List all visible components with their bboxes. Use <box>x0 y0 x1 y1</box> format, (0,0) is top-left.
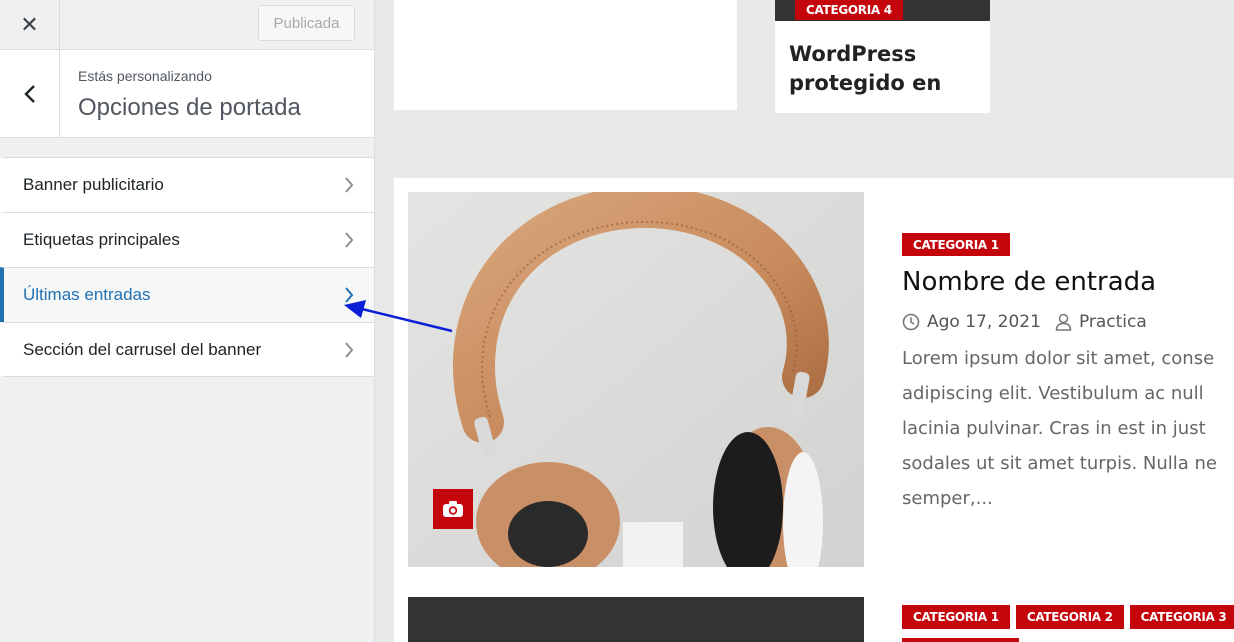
close-button[interactable]: ✕ <box>0 0 60 50</box>
category-badge-partial <box>902 638 1019 642</box>
publish-button[interactable]: Publicada <box>258 5 355 41</box>
chevron-right-icon <box>345 232 354 248</box>
next-post-categories: CATEGORIA 1 CATEGORIA 2 CATEGORIA 3 <box>902 605 1234 629</box>
excerpt-line: Lorem ipsum dolor sit amet, conse <box>902 348 1215 369</box>
customizer-topbar: ✕ Publicada <box>0 0 374 50</box>
menu-item-label: Etiquetas principales <box>23 230 180 249</box>
category-badge[interactable]: CATEGORIA 1 <box>902 233 1010 256</box>
excerpt-line: sodales ut sit amet turpis. Nulla ne <box>902 453 1218 474</box>
menu-item-label: Banner publicitario <box>23 175 164 194</box>
camera-icon <box>443 501 463 517</box>
post-card-top-left <box>394 0 737 110</box>
clock-icon <box>902 313 920 331</box>
camera-badge <box>433 489 473 529</box>
close-icon: ✕ <box>20 12 39 38</box>
section-header: Estás personalizando Opciones de portada <box>0 50 374 138</box>
chevron-right-icon <box>345 177 354 193</box>
customizing-label: Estás personalizando <box>78 68 212 84</box>
menu-item-ultimas-entradas[interactable]: Últimas entradas <box>0 267 374 322</box>
menu-item-label: Últimas entradas <box>23 285 151 304</box>
excerpt-line: adipiscing elit. Vestibulum ac null <box>902 383 1204 404</box>
post-title[interactable]: WordPress protegido en <box>789 40 984 98</box>
headphones-image <box>408 192 864 567</box>
post-author[interactable]: Practica <box>1079 312 1147 332</box>
chevron-left-icon <box>23 84 35 103</box>
post-featured-image[interactable] <box>408 192 864 567</box>
customizer-sidebar: ✕ Publicada Estás personalizando Opcione… <box>0 0 375 642</box>
section-title: Opciones de portada <box>78 94 301 121</box>
excerpt-line: semper,... <box>902 488 993 509</box>
next-post-thumbnail[interactable] <box>408 597 864 642</box>
back-button[interactable] <box>0 50 60 137</box>
menu-item-seccion-carrusel[interactable]: Sección del carrusel del banner <box>0 322 374 377</box>
chevron-right-icon <box>345 287 354 303</box>
post-meta: Ago 17, 2021 Practica <box>902 312 1147 332</box>
post-card-top-right[interactable]: CATEGORIA 4 WordPress protegido en <box>775 0 990 113</box>
menu-item-label: Sección del carrusel del banner <box>23 339 262 359</box>
category-badge[interactable]: CATEGORIA 4 <box>795 0 903 20</box>
category-badge[interactable]: CATEGORIA 3 <box>1129 605 1234 629</box>
category-badge[interactable]: CATEGORIA 2 <box>1015 605 1124 629</box>
post-date[interactable]: Ago 17, 2021 <box>927 312 1041 332</box>
category-badge[interactable]: CATEGORIA 1 <box>902 605 1010 629</box>
excerpt-line: lacinia pulvinar. Cras in est in just <box>902 418 1206 439</box>
menu-item-banner-publicitario[interactable]: Banner publicitario <box>0 157 374 212</box>
site-preview: CATEGORIA 4 WordPress protegido en CATEG… <box>375 0 1234 642</box>
menu-item-etiquetas-principales[interactable]: Etiquetas principales <box>0 212 374 267</box>
post-title[interactable]: Nombre de entrada <box>902 267 1156 297</box>
post-excerpt: Lorem ipsum dolor sit amet, conse adipis… <box>902 341 1234 516</box>
user-icon <box>1055 313 1072 331</box>
chevron-right-icon <box>345 342 354 358</box>
latest-post-card: CATEGORIA 1 Nombre de entrada Ago 17, 20… <box>394 178 1234 642</box>
section-menu: Banner publicitario Etiquetas principale… <box>0 157 374 377</box>
